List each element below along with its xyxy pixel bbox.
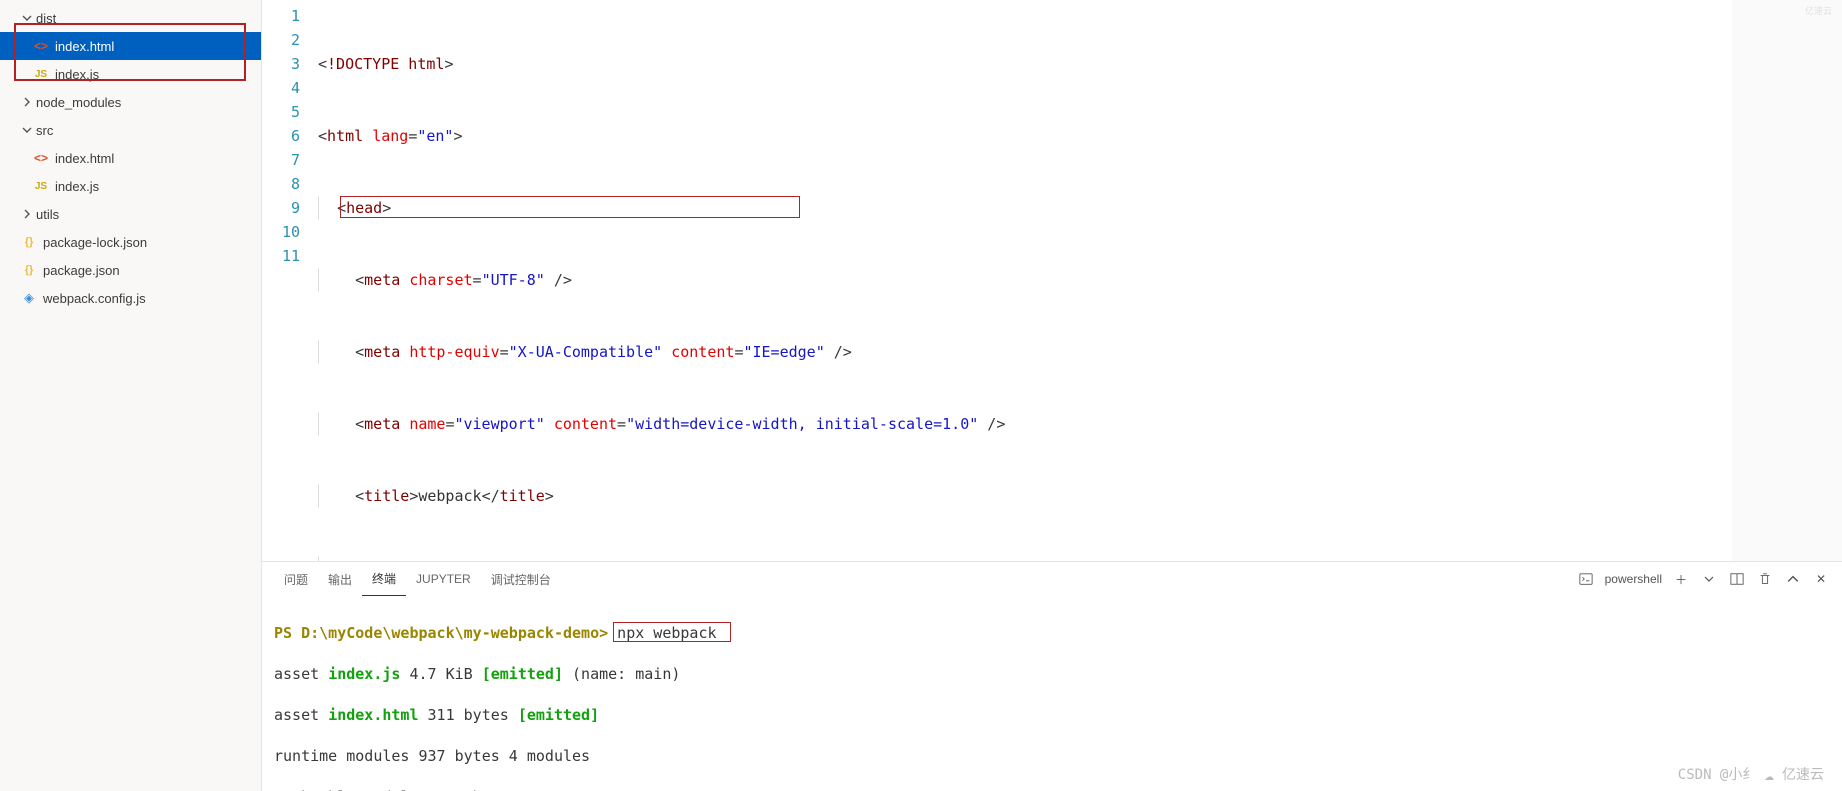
chevron-down-icon xyxy=(20,11,34,25)
panel-tab-0[interactable]: 问题 xyxy=(274,562,318,596)
folder-node_modules[interactable]: node_modules xyxy=(0,88,261,116)
file-index.js[interactable]: JS index.js xyxy=(0,172,261,200)
folder-utils[interactable]: utils xyxy=(0,200,261,228)
item-label: utils xyxy=(36,207,59,222)
terminal-icon[interactable] xyxy=(1577,570,1595,588)
close-panel-icon[interactable]: ✕ xyxy=(1812,570,1830,588)
js-icon: JS xyxy=(32,181,50,192)
code-content[interactable]: <!DOCTYPE html> <html lang="en"> <head> … xyxy=(318,0,1732,561)
file-package-lock.json[interactable]: {} package-lock.json xyxy=(0,228,261,256)
item-label: webpack.config.js xyxy=(43,291,146,306)
panel-tab-2[interactable]: 终端 xyxy=(362,562,406,596)
json-icon: {} xyxy=(20,236,38,248)
js-icon: JS xyxy=(32,69,50,80)
item-label: package.json xyxy=(43,263,120,278)
webpack-icon: ◈ xyxy=(20,290,38,306)
panel-tab-1[interactable]: 输出 xyxy=(318,562,362,596)
bottom-panel: 问题输出终端JUPYTER调试控制台 powershell ＋ ✕ PS D:\… xyxy=(262,561,1842,791)
item-label: node_modules xyxy=(36,95,121,110)
html-icon: <> xyxy=(32,39,50,53)
minimap[interactable] xyxy=(1732,0,1842,561)
item-label: src xyxy=(36,123,53,138)
json-icon: {} xyxy=(20,264,38,276)
html-icon: <> xyxy=(32,151,50,165)
watermark: CSDN @小纟 ☁ 亿速云 xyxy=(1678,765,1824,786)
main-area: 1234567891011 <!DOCTYPE html> <html lang… xyxy=(262,0,1842,791)
file-package.json[interactable]: {} package.json xyxy=(0,256,261,284)
file-index.html[interactable]: <> index.html xyxy=(0,144,261,172)
chevron-right-icon xyxy=(20,95,34,109)
file-index.html[interactable]: <> index.html xyxy=(0,32,261,60)
shell-label[interactable]: powershell xyxy=(1605,572,1662,586)
terminal-output[interactable]: PS D:\myCode\webpack\my-webpack-demo> np… xyxy=(262,596,1842,791)
item-label: package-lock.json xyxy=(43,235,147,250)
trash-icon[interactable] xyxy=(1756,570,1774,588)
item-label: index.js xyxy=(55,179,99,194)
item-label: dist xyxy=(36,11,56,26)
line-gutter: 1234567891011 xyxy=(262,0,318,561)
code-editor[interactable]: 1234567891011 <!DOCTYPE html> <html lang… xyxy=(262,0,1842,561)
item-label: index.html xyxy=(55,151,114,166)
chevron-right-icon xyxy=(20,207,34,221)
chevron-down-icon xyxy=(20,123,34,137)
file-explorer: dist <> index.html JS index.js node_modulessr… xyxy=(0,0,262,791)
chevron-down-icon[interactable] xyxy=(1700,570,1718,588)
panel-tab-3[interactable]: JUPYTER xyxy=(406,562,481,596)
new-terminal-icon[interactable]: ＋ xyxy=(1672,570,1690,588)
file-webpack.config.js[interactable]: ◈ webpack.config.js xyxy=(0,284,261,312)
chevron-up-icon[interactable] xyxy=(1784,570,1802,588)
split-terminal-icon[interactable] xyxy=(1728,570,1746,588)
panel-tabs: 问题输出终端JUPYTER调试控制台 powershell ＋ ✕ xyxy=(262,562,1842,596)
folder-dist[interactable]: dist xyxy=(0,4,261,32)
watermark-top: 亿速云 xyxy=(1805,4,1832,17)
file-index.js[interactable]: JS index.js xyxy=(0,60,261,88)
folder-src[interactable]: src xyxy=(0,116,261,144)
panel-tab-4[interactable]: 调试控制台 xyxy=(481,562,561,596)
item-label: index.js xyxy=(55,67,99,82)
item-label: index.html xyxy=(55,39,114,54)
